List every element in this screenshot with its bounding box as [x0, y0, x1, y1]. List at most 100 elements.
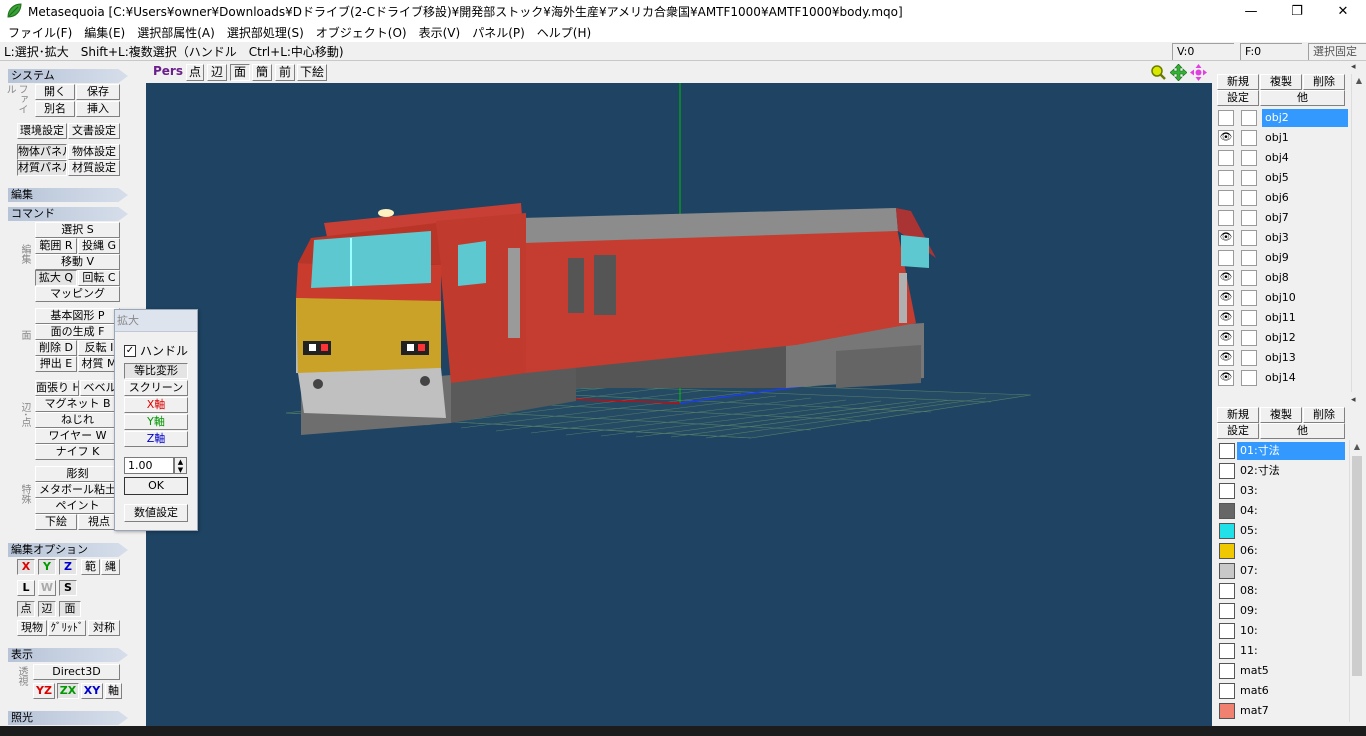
- move-view-icon[interactable]: [1170, 64, 1187, 81]
- open-button[interactable]: 開く: [35, 84, 75, 100]
- object-panel-button[interactable]: 物体パネル: [17, 144, 67, 160]
- eye-icon[interactable]: 👁: [1218, 310, 1234, 326]
- axis-z-toggle[interactable]: Z: [59, 559, 77, 575]
- local-toggle[interactable]: L: [17, 580, 35, 596]
- menu-panel[interactable]: パネル(P): [466, 24, 531, 41]
- material-row[interactable]: 01:寸法: [1216, 440, 1348, 460]
- material-row[interactable]: 02:寸法: [1216, 460, 1348, 480]
- lock-toggle[interactable]: [1241, 190, 1257, 206]
- object-row[interactable]: obj6: [1216, 187, 1348, 207]
- menu-selection-attr[interactable]: 選択部属性(A): [131, 24, 221, 41]
- twist-tool-button[interactable]: ねじれ: [35, 412, 120, 428]
- material-row[interactable]: 08:: [1216, 580, 1348, 600]
- zoom-icon[interactable]: [1150, 64, 1167, 81]
- grid-toggle[interactable]: ｸﾞﾘｯﾄﾞ: [48, 620, 86, 636]
- material-settings-button[interactable]: 材質設定: [68, 160, 120, 176]
- generate-face-button[interactable]: 面の生成 F: [35, 324, 120, 340]
- lock-toggle[interactable]: [1241, 210, 1257, 226]
- material-row[interactable]: 03:: [1216, 480, 1348, 500]
- visibility-toggle[interactable]: [1218, 170, 1234, 186]
- menu-edit[interactable]: 編集(E): [78, 24, 131, 41]
- handle-checkbox[interactable]: ✓: [124, 344, 136, 357]
- lock-toggle[interactable]: [1241, 370, 1257, 386]
- section-edit[interactable]: 編集: [8, 188, 128, 202]
- selection-lock-button[interactable]: 選択固定: [1308, 42, 1366, 60]
- scale-z-axis-button[interactable]: Z軸: [124, 431, 188, 447]
- visibility-toggle[interactable]: [1218, 250, 1234, 266]
- axis-y-toggle[interactable]: Y: [38, 559, 56, 575]
- eye-icon[interactable]: 👁: [1218, 350, 1234, 366]
- material-swatch[interactable]: [1219, 443, 1235, 459]
- lock-toggle[interactable]: [1241, 330, 1257, 346]
- paint-tool-button[interactable]: ペイント: [35, 498, 120, 514]
- lasso-tool-button[interactable]: 投縄 G: [78, 238, 120, 254]
- 3d-canvas[interactable]: [146, 83, 1212, 726]
- save-button[interactable]: 保存: [76, 84, 120, 100]
- material-settings-button[interactable]: 設定: [1217, 423, 1259, 439]
- sculpt-tool-button[interactable]: 彫刻: [35, 466, 120, 482]
- visibility-toggle[interactable]: [1218, 150, 1234, 166]
- object-row[interactable]: 👁 obj12: [1216, 327, 1348, 347]
- material-row[interactable]: 06:: [1216, 540, 1348, 560]
- menu-object[interactable]: オブジェクト(O): [310, 24, 413, 41]
- lock-toggle[interactable]: [1241, 130, 1257, 146]
- material-row[interactable]: 11:: [1216, 640, 1348, 660]
- lock-toggle[interactable]: [1241, 310, 1257, 326]
- object-delete-button[interactable]: 削除: [1303, 74, 1345, 90]
- scale-value-input[interactable]: 1.00: [124, 457, 174, 474]
- scale-x-axis-button[interactable]: X軸: [124, 397, 188, 413]
- view-zx-button[interactable]: ZX: [57, 683, 79, 699]
- edge-select-toggle[interactable]: 辺: [38, 601, 56, 617]
- material-list-scrollbar[interactable]: ▲: [1349, 440, 1363, 722]
- underlay-tool-button[interactable]: 下絵: [35, 514, 77, 530]
- material-scroll-up-icon[interactable]: ▲: [1350, 440, 1364, 454]
- face-select-toggle[interactable]: 面: [59, 601, 81, 617]
- minimize-button[interactable]: —: [1228, 0, 1274, 22]
- object-list-scrollbar[interactable]: ▲: [1351, 74, 1365, 392]
- material-row[interactable]: 09:: [1216, 600, 1348, 620]
- range-option-toggle[interactable]: 範: [81, 559, 100, 575]
- object-row[interactable]: 👁 obj10: [1216, 287, 1348, 307]
- lock-toggle[interactable]: [1241, 250, 1257, 266]
- scale-ok-button[interactable]: OK: [124, 477, 188, 495]
- lasso-option-toggle[interactable]: 縄: [101, 559, 120, 575]
- vp-simple-toggle[interactable]: 簡: [252, 64, 272, 81]
- lock-toggle[interactable]: [1241, 170, 1257, 186]
- eye-icon[interactable]: 👁: [1218, 370, 1234, 386]
- material-swatch[interactable]: [1219, 623, 1235, 639]
- eye-icon[interactable]: 👁: [1218, 330, 1234, 346]
- object-row[interactable]: 👁 obj1: [1216, 127, 1348, 147]
- scale-dialog-title[interactable]: 拡大: [115, 310, 197, 332]
- material-row[interactable]: mat6: [1216, 680, 1348, 700]
- eye-icon[interactable]: 👁: [1218, 130, 1234, 146]
- direct3d-button[interactable]: Direct3D: [33, 664, 120, 680]
- material-row[interactable]: 05:: [1216, 520, 1348, 540]
- visibility-toggle[interactable]: [1218, 190, 1234, 206]
- section-system[interactable]: システム: [8, 69, 128, 83]
- material-swatch[interactable]: [1219, 543, 1235, 559]
- object-row[interactable]: 👁 obj13: [1216, 347, 1348, 367]
- material-swatch[interactable]: [1219, 643, 1235, 659]
- handle-checkbox-row[interactable]: ✓ ハンドル: [124, 342, 188, 359]
- world-toggle[interactable]: W: [38, 580, 56, 596]
- rename-save-button[interactable]: 別名: [35, 101, 75, 117]
- delete-face-button[interactable]: 削除 D: [35, 340, 77, 356]
- axis-display-button[interactable]: 軸: [105, 683, 122, 699]
- lock-toggle[interactable]: [1241, 270, 1257, 286]
- material-scroll-thumb[interactable]: [1352, 456, 1362, 676]
- rotate-tool-button[interactable]: 回転 C: [78, 270, 120, 286]
- screen-scale-button[interactable]: スクリーン: [124, 380, 188, 396]
- menu-help[interactable]: ヘルプ(H): [531, 24, 597, 41]
- material-swatch[interactable]: [1219, 663, 1235, 679]
- basic-shape-button[interactable]: 基本図形 P: [35, 308, 120, 324]
- bevel-h-button[interactable]: 面張り H: [35, 380, 79, 396]
- metaball-tool-button[interactable]: メタボール粘土: [35, 482, 120, 498]
- material-other-button[interactable]: 他: [1260, 423, 1345, 439]
- current-object-toggle[interactable]: 現物: [17, 620, 47, 636]
- menu-file[interactable]: ファイル(F): [2, 24, 78, 41]
- vp-point-toggle[interactable]: 点: [186, 64, 204, 81]
- insert-button[interactable]: 挿入: [76, 101, 120, 117]
- perspective-mode-label[interactable]: Pers: [150, 64, 186, 81]
- document-settings-button[interactable]: 文書設定: [68, 123, 120, 139]
- eye-icon[interactable]: 👁: [1218, 290, 1234, 306]
